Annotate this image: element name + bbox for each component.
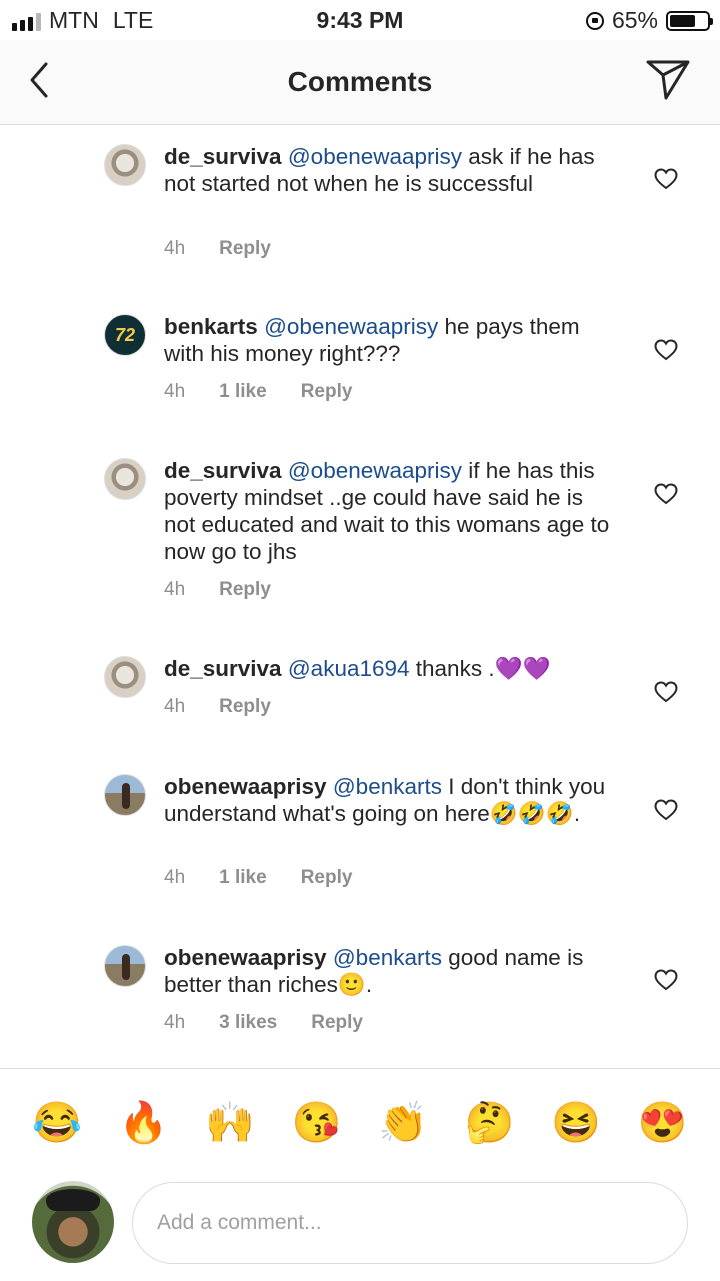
reply-button[interactable]: Reply [311, 1012, 363, 1034]
emoji-laughing-button[interactable]: 😆 [548, 1099, 604, 1147]
comment-body: thanks .💜💜 [409, 656, 551, 681]
likes-count[interactable]: 1 like [219, 381, 267, 403]
heart-icon[interactable] [654, 483, 678, 505]
paper-plane-icon[interactable] [644, 56, 692, 102]
heart-icon[interactable] [654, 969, 678, 991]
comment-meta: 4h 3 likes Reply [164, 1012, 363, 1034]
likes-count[interactable]: 3 likes [219, 1012, 277, 1034]
comment-text: benkarts @obenewaaprisy he pays them wit… [164, 313, 614, 367]
comment-mention[interactable]: @obenewaaprisy [264, 314, 438, 339]
comment-text: obenewaaprisy @benkarts good name is bet… [164, 944, 614, 998]
comment-username[interactable]: de_surviva [164, 458, 282, 483]
reply-button[interactable]: Reply [219, 579, 271, 601]
comment-meta: 4h 1 like Reply [164, 381, 352, 403]
comment-input[interactable] [132, 1182, 688, 1264]
heart-icon[interactable] [654, 168, 678, 190]
comment-text: obenewaaprisy @benkarts I don't think yo… [164, 773, 614, 827]
orientation-lock-icon [585, 11, 604, 30]
comments-header: Comments [0, 40, 720, 125]
comment-meta: 4h Reply [164, 579, 271, 601]
comment-time: 4h [164, 696, 186, 717]
comment-username[interactable]: benkarts [164, 314, 258, 339]
emoji-clap-button[interactable]: 👏 [375, 1099, 431, 1147]
emoji-quick-bar: 😂 🔥 🙌 😘 👏 🤔 😆 😍 [0, 1099, 720, 1147]
comment-mention[interactable]: @obenewaaprisy [288, 144, 462, 169]
comment-mention[interactable]: @benkarts [333, 945, 442, 970]
comment-username[interactable]: de_surviva [164, 144, 282, 169]
page-title: Comments [287, 66, 433, 97]
avatar[interactable] [104, 144, 146, 186]
comment-time: 4h [164, 579, 186, 600]
reply-button[interactable]: Reply [301, 867, 353, 889]
comment-mention[interactable]: @obenewaaprisy [288, 458, 462, 483]
comment-meta: 4h 1 like Reply [164, 867, 352, 889]
likes-count[interactable]: 1 like [219, 867, 267, 889]
emoji-fire-button[interactable]: 🔥 [116, 1099, 172, 1147]
avatar[interactable]: 72 [104, 314, 146, 356]
status-right: 65% [585, 7, 713, 34]
emoji-kiss-button[interactable]: 😘 [289, 1099, 345, 1147]
avatar[interactable] [104, 774, 146, 816]
avatar[interactable] [104, 458, 146, 500]
emoji-heart-eyes-button[interactable]: 😍 [635, 1099, 691, 1147]
emoji-tears-of-joy-button[interactable]: 😂 [29, 1099, 85, 1147]
reply-button[interactable]: Reply [301, 381, 353, 403]
battery-percent: 65% [611, 7, 658, 33]
comment-username[interactable]: obenewaaprisy [164, 945, 327, 970]
emoji-thinking-button[interactable]: 🤔 [462, 1099, 518, 1147]
comment-mention[interactable]: @akua1694 [288, 656, 410, 681]
comment-time: 4h [164, 381, 186, 402]
heart-icon[interactable] [654, 339, 678, 361]
comment-time: 4h [164, 1012, 186, 1033]
comment-username[interactable]: de_surviva [164, 656, 282, 681]
heart-icon[interactable] [654, 681, 678, 703]
emoji-raised-hands-button[interactable]: 🙌 [202, 1099, 258, 1147]
comment-meta: 4h Reply [164, 238, 271, 260]
comment-mention[interactable]: @benkarts [333, 774, 442, 799]
comment-meta: 4h Reply [164, 696, 271, 718]
comment-username[interactable]: obenewaaprisy [164, 774, 327, 799]
comment-time: 4h [164, 867, 186, 888]
reply-button[interactable]: Reply [219, 238, 271, 260]
comment-composer: 😂 🔥 🙌 😘 👏 🤔 😆 😍 [0, 1068, 720, 1281]
avatar[interactable] [104, 945, 146, 987]
heart-icon[interactable] [654, 799, 678, 821]
reply-button[interactable]: Reply [219, 696, 271, 718]
comment-text: de_surviva @obenewaaprisy ask if he has … [164, 143, 614, 197]
comment-time: 4h [164, 238, 186, 259]
current-user-avatar [32, 1181, 114, 1263]
comment-text: de_surviva @obenewaaprisy if he has this… [164, 457, 614, 565]
comment-text: de_surviva @akua1694 thanks .💜💜 [164, 655, 614, 682]
status-bar: MTN LTE 9:43 PM 65% [0, 0, 720, 40]
battery-icon [666, 10, 713, 31]
avatar[interactable] [104, 656, 146, 698]
